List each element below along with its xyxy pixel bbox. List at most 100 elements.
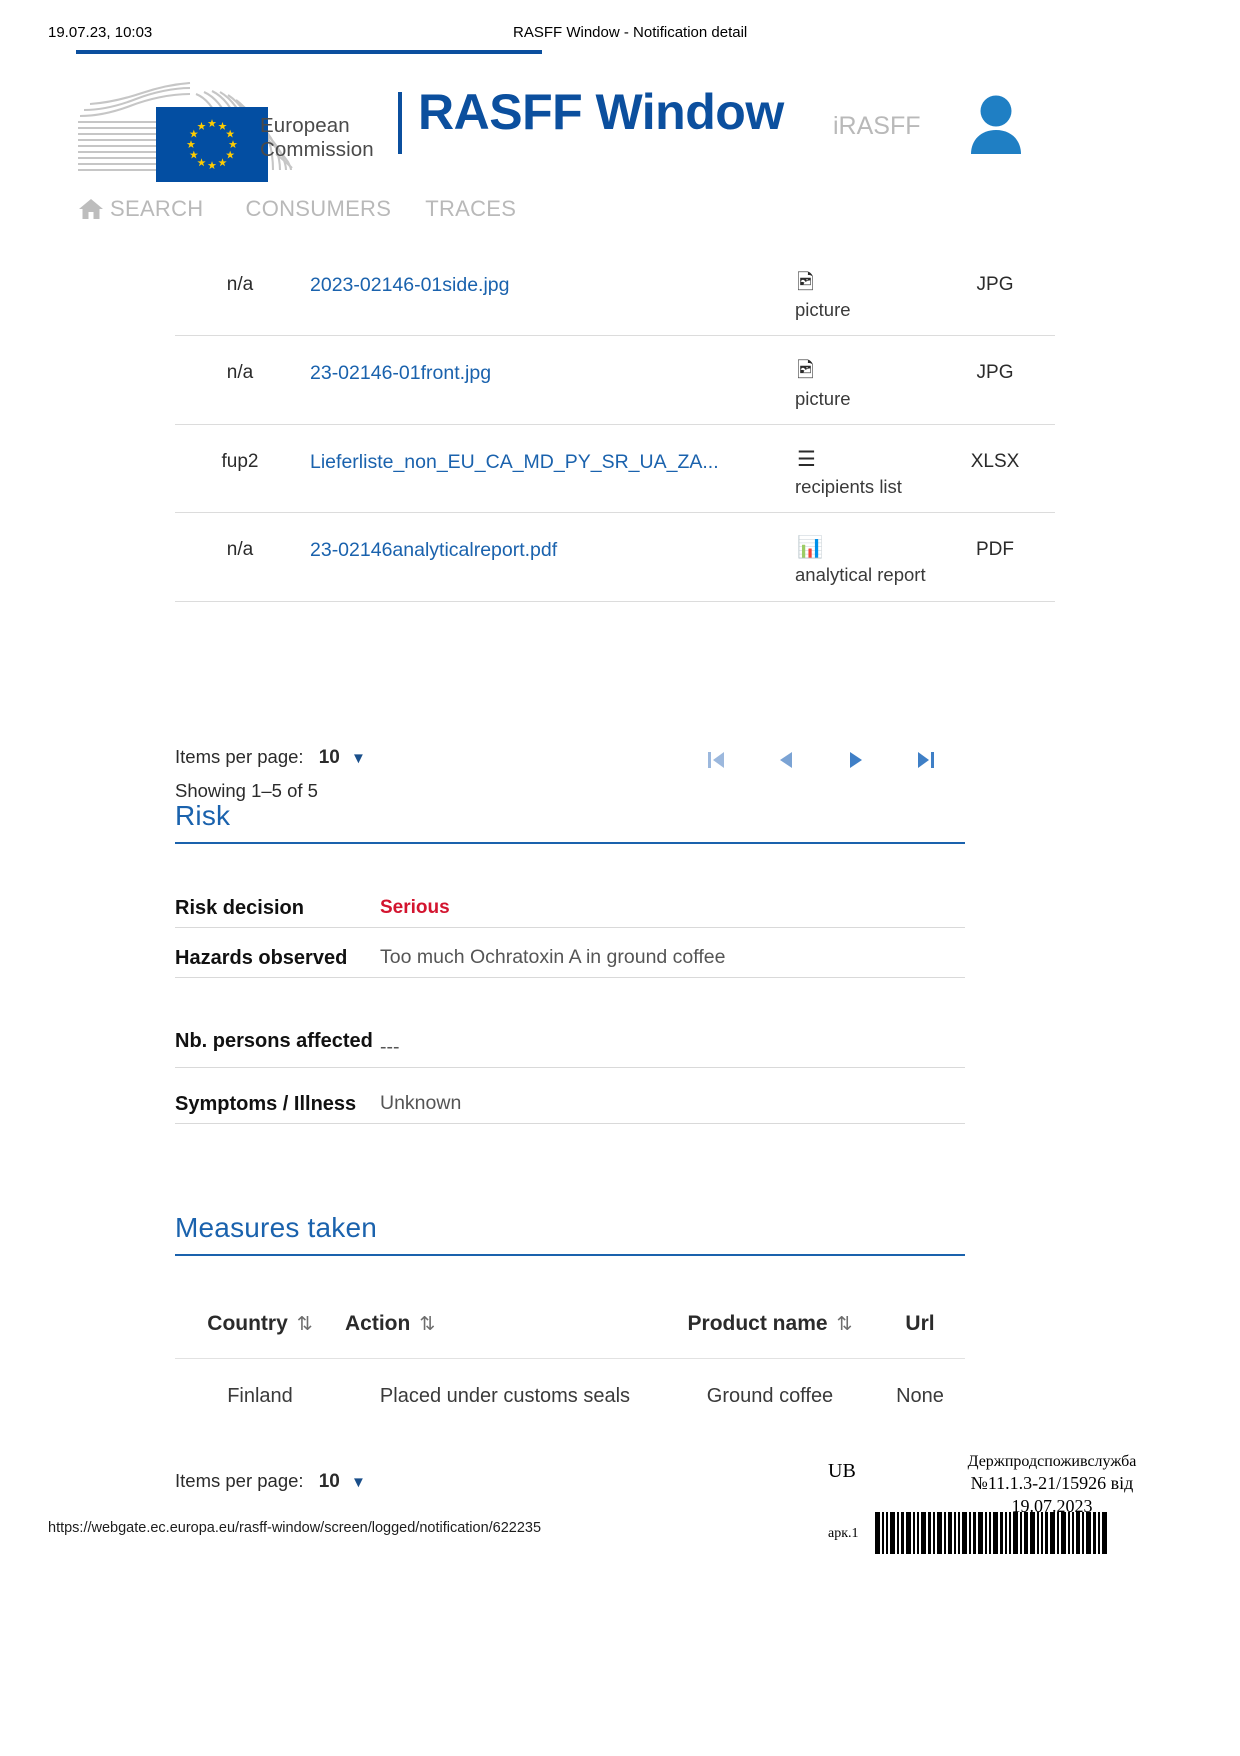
column-header-product-name[interactable]: Product name ⇅: [665, 1312, 875, 1336]
table-row[interactable]: n/a 2023-02146-01side.jpg 🖻️ picture JPG: [175, 248, 1055, 337]
attachment-extension: JPG: [976, 274, 1014, 295]
nav-item-traces[interactable]: TRACES: [425, 196, 516, 222]
sort-icon[interactable]: ⇅: [297, 1313, 313, 1336]
attachment-ref: fup2: [221, 450, 259, 472]
attachment-filename-link[interactable]: 2023-02146-01side.jpg: [305, 270, 795, 297]
home-icon: [78, 198, 104, 220]
risk-label: Symptoms / Illness: [175, 1093, 357, 1115]
table-row[interactable]: Finland Placed under customs seals Groun…: [175, 1359, 965, 1416]
brand-header: European Commission RASFF Window iRASFF: [0, 78, 1240, 182]
main-navigation: SEARCH CONSUMERS TRACES: [0, 196, 1240, 248]
column-label: Url: [905, 1312, 935, 1335]
attachment-filename-link[interactable]: 23-02146-01front.jpg: [305, 358, 795, 385]
attachment-type: 📊 analytical report: [795, 535, 935, 586]
risk-row-persons-affected: Nb. persons affected ---: [175, 978, 965, 1068]
nav-label-traces: TRACES: [425, 196, 517, 221]
risk-symptoms-value: Unknown: [380, 1092, 462, 1114]
stamp-organisation: Держпродспоживслужба: [967, 1453, 1137, 1470]
risk-row-decision: Risk decision Serious: [175, 878, 965, 928]
nav-item-consumers[interactable]: CONSUMERS: [246, 196, 426, 222]
footer-url: https://webgate.ec.europa.eu/rasff-windo…: [48, 1520, 542, 1536]
sort-icon[interactable]: ⇅: [419, 1313, 435, 1336]
items-per-page-label: Items per page:: [175, 1470, 304, 1491]
measure-action: Placed under customs seals: [379, 1385, 631, 1407]
eu-flag: [156, 107, 268, 182]
previous-page-button[interactable]: [775, 748, 797, 772]
column-label: Country: [207, 1312, 288, 1335]
measures-section-title: Measures taken: [175, 1212, 378, 1243]
section-divider: [175, 842, 965, 844]
attachment-ref: n/a: [226, 274, 254, 295]
last-page-button[interactable]: [915, 748, 937, 772]
nav-label-consumers: CONSUMERS: [245, 196, 392, 221]
showing-range-label: Showing 1–5 of 5: [175, 780, 318, 801]
column-header-country[interactable]: Country ⇅: [175, 1312, 345, 1336]
attachments-table: n/a 2023-02146-01side.jpg 🖻️ picture JPG…: [175, 248, 1055, 602]
app-subtitle: iRASFF: [833, 112, 921, 140]
risk-row-symptoms: Symptoms / Illness Unknown: [175, 1068, 965, 1124]
last-page-icon: [918, 752, 934, 768]
stamp-sheet-label: арк.1: [828, 1526, 859, 1541]
next-page-button[interactable]: [845, 748, 867, 772]
measures-table-header: Country ⇅ Action ⇅ Product name ⇅ Url: [175, 1312, 965, 1359]
nav-item-search[interactable]: SEARCH: [78, 196, 246, 222]
column-label: Product name: [687, 1312, 828, 1335]
previous-page-icon: [780, 752, 792, 768]
attachment-extension: XLSX: [970, 450, 1020, 472]
chevron-down-icon: ▼: [350, 750, 366, 767]
european-commission-wordmark: European Commission: [260, 114, 374, 162]
attachment-type-label: picture: [795, 299, 851, 321]
risk-label: Nb. persons affected: [175, 1030, 373, 1052]
list-icon: ☰: [797, 447, 816, 471]
attachment-type: ☰ recipients list: [795, 447, 935, 498]
app-title: RASFF Window: [418, 84, 784, 140]
stamp-ub-label: UB: [828, 1460, 856, 1482]
measure-url: None: [896, 1385, 944, 1407]
items-per-page-value: 10: [318, 1471, 340, 1492]
first-page-icon: [708, 752, 724, 768]
ec-line-2: Commission: [260, 138, 374, 162]
image-icon: 🖻️: [797, 271, 814, 294]
attachment-ref: n/a: [226, 539, 254, 561]
risk-decision-value: Serious: [380, 897, 450, 918]
attachment-type-label: recipients list: [795, 476, 902, 497]
attachment-extension: JPG: [976, 362, 1014, 384]
chevron-down-icon: ▼: [350, 1474, 366, 1491]
user-account-button[interactable]: [968, 94, 1024, 161]
items-per-page-control[interactable]: Items per page: 10 ▼: [175, 746, 366, 769]
table-row[interactable]: fup2 Lieferliste_non_EU_CA_MD_PY_SR_UA_Z…: [175, 425, 1055, 514]
risk-section: Risk Risk decision Serious Hazards obser…: [175, 800, 965, 1124]
section-divider: [175, 1254, 965, 1256]
column-label: Action: [345, 1312, 411, 1335]
barcode: [875, 1512, 1109, 1554]
risk-row-hazards: Hazards observed Too much Ochratoxin A i…: [175, 928, 965, 978]
image-icon: 🖻️: [797, 359, 814, 383]
sort-icon[interactable]: ⇅: [837, 1313, 853, 1336]
attachment-type-label: picture: [795, 387, 851, 409]
european-commission-logo: European Commission: [78, 82, 398, 182]
table-row[interactable]: n/a 23-02146analyticalreport.pdf 📊 analy…: [175, 513, 1055, 602]
ec-line-1: European: [260, 114, 350, 137]
print-document-title: RASFF Window - Notification detail: [513, 24, 748, 41]
attachment-filename-link[interactable]: Lieferliste_non_EU_CA_MD_PY_SR_UA_ZA...: [305, 447, 795, 474]
first-page-button[interactable]: [705, 748, 727, 772]
attachment-type-label: analytical report: [795, 564, 926, 586]
brand-divider: [398, 92, 402, 154]
attachment-type: 🖻️ picture: [795, 270, 935, 321]
risk-label: Risk decision: [175, 897, 304, 919]
column-header-action[interactable]: Action ⇅: [345, 1312, 665, 1336]
attachment-extension: PDF: [976, 539, 1014, 561]
items-per-page-label: Items per page:: [175, 746, 304, 767]
measures-taken-section: Measures taken Country ⇅ Action ⇅ Produc…: [175, 1212, 965, 1492]
table-row[interactable]: n/a 23-02146-01front.jpg 🖻️ picture JPG: [175, 336, 1055, 425]
measure-country: Finland: [227, 1385, 293, 1407]
bar-chart-icon: 📊: [797, 536, 824, 560]
risk-section-title: Risk: [175, 800, 231, 831]
risk-hazards-value: Too much Ochratoxin A in ground coffee: [380, 946, 726, 968]
attachment-filename-link[interactable]: 23-02146analyticalreport.pdf: [305, 535, 795, 562]
attachment-type: 🖻️ picture: [795, 358, 935, 409]
notification-detail-page: 19.07.23, 10:03 RASFF Window - Notificat…: [0, 0, 1240, 1756]
stamp-number: №11.1.3-21/15926 від: [970, 1473, 1134, 1493]
items-per-page-control[interactable]: Items per page: 10 ▼: [175, 1470, 366, 1493]
attachment-ref: n/a: [226, 362, 254, 384]
